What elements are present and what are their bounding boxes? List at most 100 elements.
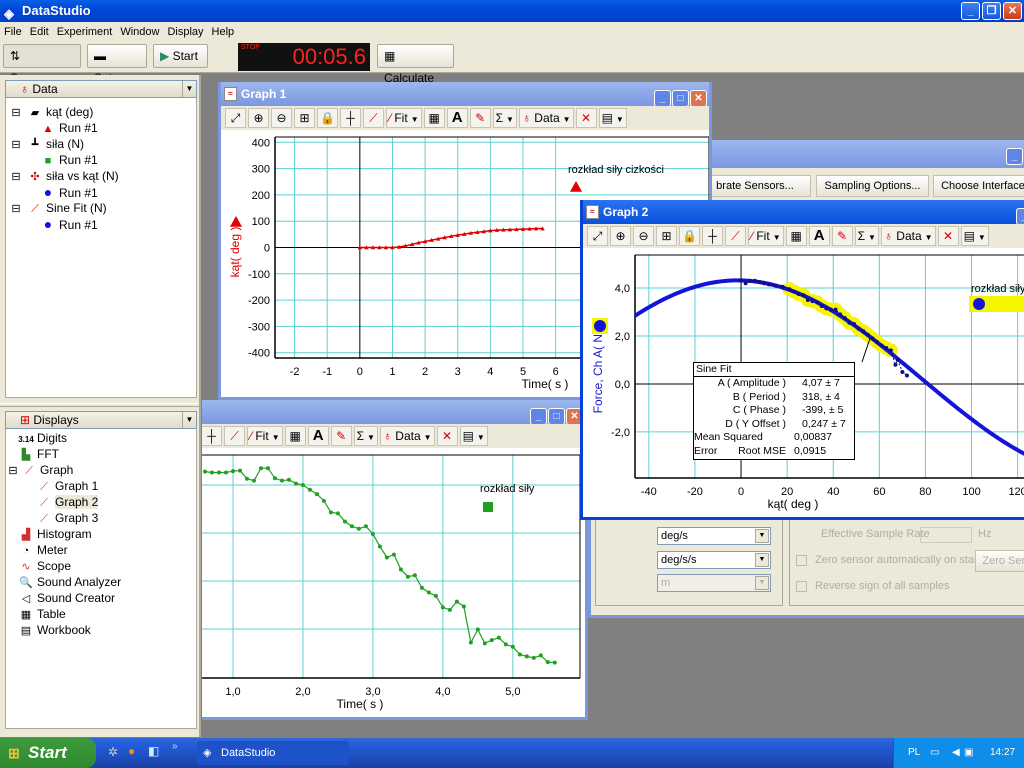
quicklaunch-icon[interactable]: ✲ — [108, 745, 118, 759]
scope-icon: ∿ — [21, 561, 31, 573]
menu-help[interactable]: Help — [208, 26, 239, 38]
collapse-icon[interactable]: ⊟ — [8, 463, 18, 479]
display-item-graph[interactable]: ⊟ ⟋ Graph — [8, 462, 73, 478]
display-item-graph-1[interactable]: ⟋ Graph 1 — [36, 478, 98, 494]
tree-item-kat[interactable]: ⊟ ▰ kąt (deg) — [8, 104, 93, 120]
data-point — [300, 483, 305, 488]
network-icon[interactable]: ▣ — [964, 738, 973, 768]
graph-3-plot[interactable]: 1,0 2,0 3,0 4,0 5,0Time( s )rozkład siły — [202, 400, 588, 720]
graph-3-window: _□✕ ⤢⊕⊖⊞🔒┼⟋⁄ Fit▼▦A✎Σ▼♁ Data▼✕▤▼ 1,02,03… — [202, 400, 588, 720]
data-point — [419, 585, 424, 590]
data-point — [244, 476, 249, 481]
display-item-label: Graph — [40, 463, 74, 477]
calibrate-sensors-button[interactable]: brate Sensors... — [699, 175, 811, 197]
play-icon: ▶ — [160, 49, 173, 63]
x-tick-label: 4,0 — [435, 686, 450, 698]
display-item-sound-creator[interactable]: ◁ Sound Creator — [18, 590, 115, 606]
y-tick-label: -300 — [248, 321, 270, 333]
sampling-options-button[interactable]: Sampling Options... — [816, 175, 929, 197]
display-item-workbook[interactable]: ▤ Workbook — [18, 622, 91, 638]
keyboard-icon[interactable]: ▭ — [930, 738, 939, 768]
graph-2-plot[interactable]: -40-20020406080100120-2,00,02,04,0kąt( d… — [583, 200, 1024, 520]
display-item-label: Meter — [37, 543, 68, 557]
calculate-button[interactable]: ▦ Calculate — [377, 44, 454, 85]
display-item-label: Sound Analyzer — [37, 575, 122, 589]
data-point — [757, 279, 762, 284]
tree-run-sila[interactable]: ■ Run #1 — [40, 152, 98, 168]
data-point — [342, 519, 347, 524]
tree-item-sine-fit[interactable]: ⊟ ⟋ Sine Fit (N) — [8, 200, 106, 217]
data-point — [377, 544, 382, 549]
display-item-scope[interactable]: ∿ Scope — [18, 558, 71, 574]
language-indicator[interactable]: PL — [908, 738, 920, 768]
acceleration-unit-select[interactable]: deg/s/s ▼ — [657, 551, 771, 569]
tree-run-sine-fit[interactable]: ● Run #1 — [40, 216, 98, 232]
menu-experiment[interactable]: Experiment — [53, 26, 117, 38]
data-point — [398, 567, 403, 572]
run-label: Run #1 — [59, 186, 98, 200]
x-tick-label: 60 — [873, 486, 885, 498]
menu-window[interactable]: Window — [116, 26, 163, 38]
menu-file[interactable]: File — [0, 26, 26, 38]
menu-edit[interactable]: Edit — [26, 26, 53, 38]
timer-state: STOP — [241, 44, 260, 51]
setup-icon: ▬ — [94, 49, 106, 63]
minimize-button[interactable]: _ — [961, 2, 980, 20]
menu-display[interactable]: Display — [163, 26, 207, 38]
display-item-digits[interactable]: 3.14 Digits — [18, 430, 67, 446]
display-item-histogram[interactable]: ▟ Histogram — [18, 526, 92, 542]
firefox-icon[interactable]: ● — [128, 744, 135, 758]
restore-button[interactable]: ❐ — [982, 2, 1001, 20]
fit-param-label: A ( Amplitude ) — [717, 377, 786, 389]
tree-run-sila-vs-kat[interactable]: ● Run #1 — [40, 184, 98, 200]
volume-icon[interactable]: ◀ — [952, 738, 960, 768]
velocity-unit-value: deg/s — [661, 530, 688, 542]
taskbar-item-datastudio[interactable]: ◈ DataStudio — [197, 741, 349, 765]
sine-fit-box[interactable]: Sine Fit A ( Amplitude ) 4,07 ± 7 B ( Peri… — [693, 362, 855, 460]
x-tick-label: 0 — [738, 486, 744, 498]
display-item-graph-3[interactable]: ⟋ Graph 3 — [36, 510, 98, 526]
expand-icon[interactable]: ⊟ — [8, 201, 24, 217]
display-item-sound-analyzer[interactable]: 🔍 Sound Analyzer — [18, 574, 121, 590]
tree-run-kat[interactable]: ▲ Run #1 — [40, 120, 98, 136]
display-item-table[interactable]: ▦ Table — [18, 606, 66, 622]
data-point — [524, 654, 529, 659]
data-list-header[interactable]: ♁ Data ▼ — [5, 80, 197, 98]
tree-item-sila-vs-kat[interactable]: ⊟ ✣ siła vs kąt (N) — [8, 168, 118, 185]
x-tick-label: 5,0 — [505, 686, 520, 698]
display-item-label: FFT — [37, 447, 59, 461]
panel-splitter[interactable] — [0, 403, 199, 407]
display-item-graph-2[interactable]: ⟋ Graph 2 — [36, 494, 99, 510]
velocity-unit-select[interactable]: deg/s ▼ — [657, 527, 771, 545]
windows-logo-icon: ⊞ — [8, 745, 20, 761]
start-menu-button[interactable]: ⊞ Start — [0, 738, 96, 768]
quicklaunch-app-icon[interactable]: ◧ — [148, 744, 159, 758]
x-tick-label: -2 — [290, 366, 300, 378]
data-point — [391, 552, 396, 557]
chevron-down-icon[interactable]: ▼ — [182, 81, 196, 97]
calculator-icon: ▦ — [384, 49, 396, 63]
summary-button[interactable]: ⇅ Summary — [3, 44, 81, 85]
display-item-fft[interactable]: ▙ FFT — [18, 446, 59, 462]
x-axis-label: Time( s ) — [522, 377, 569, 391]
more-icon[interactable]: » — [172, 741, 178, 752]
data-point — [349, 524, 354, 529]
x-tick-label: 1,0 — [225, 686, 240, 698]
tree-item-label: siła (N) — [46, 137, 84, 151]
choose-interface-button[interactable]: Choose Interface — [933, 175, 1024, 197]
zero-sensor-button: Zero Sen — [975, 550, 1024, 572]
expand-icon[interactable]: ⊟ — [8, 137, 24, 153]
start-button[interactable]: ▶ Start — [153, 44, 208, 68]
display-item-meter[interactable]: ◔ Meter — [18, 542, 68, 558]
expand-icon[interactable]: ⊟ — [8, 169, 24, 185]
data-point — [279, 478, 284, 483]
circle-marker-icon: ● — [43, 184, 53, 200]
minimize-button[interactable]: _ — [1006, 148, 1023, 165]
expand-icon[interactable]: ⊟ — [8, 105, 24, 121]
tree-item-sila[interactable]: ⊟ ┻ siła (N) — [8, 136, 84, 152]
setup-button[interactable]: ▬ Setup — [87, 44, 147, 85]
chevron-down-icon[interactable]: ▼ — [182, 412, 196, 428]
close-button[interactable]: ✕ — [1003, 2, 1022, 20]
left-panel: ♁ Data ▼ ⊟ ▰ kąt (deg) ▲ Run #1 ⊟ ┻ siła (N) ■… — [0, 75, 201, 737]
displays-list-header[interactable]: ⊞ Displays ▼ — [5, 411, 197, 429]
